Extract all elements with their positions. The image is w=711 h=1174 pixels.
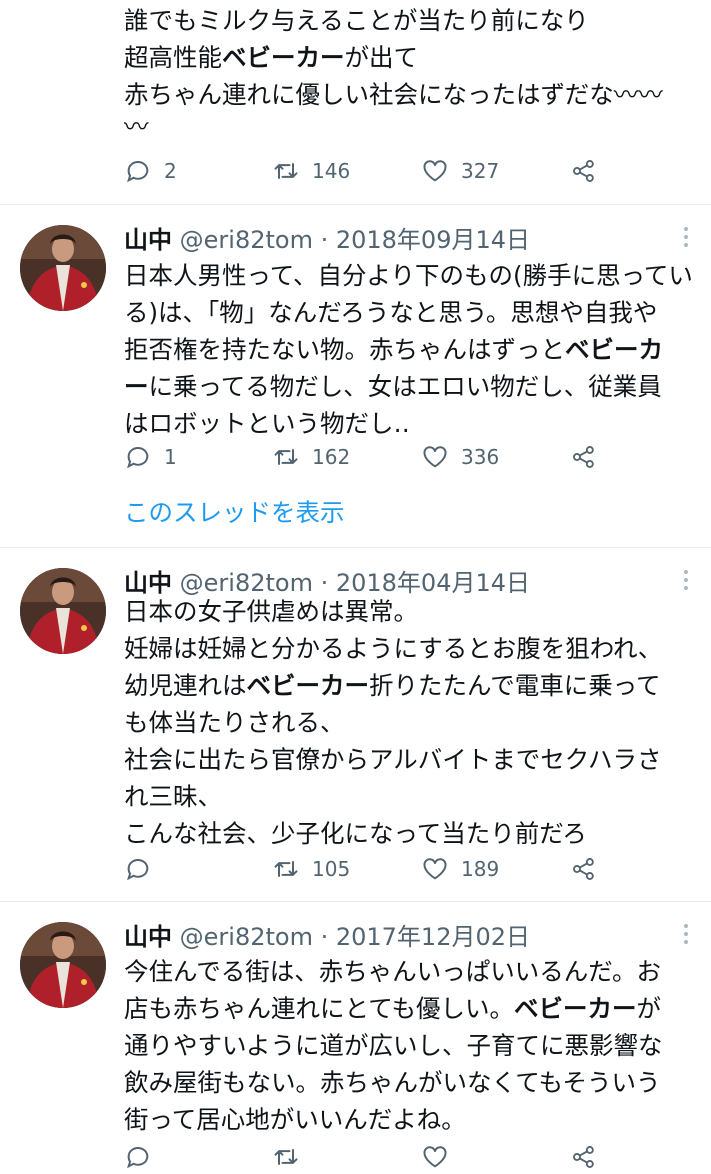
separator: ·	[312, 923, 336, 951]
reply-button[interactable]	[124, 1140, 164, 1174]
tweet-date[interactable]: 2018年09月14日	[336, 226, 530, 254]
tweet-text-line: 街って居心地がいいんだよね。	[124, 1105, 466, 1134]
avatar[interactable]	[20, 568, 106, 654]
more-options-icon[interactable]	[681, 227, 691, 253]
tweet-text-line: 通りやすいように道が広いし、子育てに悪影響な	[124, 1031, 663, 1060]
retweet-button[interactable]: 146	[272, 154, 350, 188]
like-button[interactable]: 189	[421, 852, 499, 886]
tweet-card[interactable]: 山中 @eri82tom · 2017年12月02日 今住んでる街は、赤ちゃんい…	[0, 902, 711, 1169]
share-button[interactable]	[570, 154, 598, 188]
tweet-text-line: も体当たりされる、	[124, 708, 345, 737]
like-count: 336	[461, 445, 500, 469]
like-count: 327	[461, 159, 500, 183]
tweet-text-line: 日本人男性って、自分より下のもの(勝手に思ってい	[124, 261, 693, 290]
like-button[interactable]: 336	[421, 440, 499, 474]
retweet-count: 162	[312, 445, 351, 469]
user-handle[interactable]: @eri82tom	[180, 923, 313, 951]
tweet-actions	[124, 1140, 711, 1174]
tweet-actions: 2 146 327	[124, 154, 711, 188]
tweet-text: 日本の女子供虐めは異常。 妊婦は妊婦と分かるようにするとお腹を狙われ、 幼児連れ…	[124, 593, 697, 852]
reply-icon	[127, 1146, 149, 1169]
more-options-icon[interactable]	[681, 924, 691, 950]
reply-count: 1	[164, 445, 177, 469]
share-button[interactable]	[570, 1140, 598, 1174]
reply-icon	[127, 858, 149, 881]
tweet-text-line: ーに乗ってる物だし、女はエロい物だし、従業員	[124, 372, 662, 401]
tweet-text-line: る)は、「物」なんだろうなと思う。思想や自我や	[124, 298, 658, 327]
tweet-text-line: 〰	[124, 112, 149, 141]
user-handle[interactable]: @eri82tom	[180, 226, 313, 254]
tweet-card[interactable]: 山中 @eri82tom · 2018年09月14日 日本人男性って、自分より下…	[0, 205, 711, 547]
tweet-date[interactable]: 2017年12月02日	[336, 923, 530, 951]
tweet-text-line: 幼児連れはベビーカー折りたたんで電車に乗って	[124, 671, 661, 700]
heart-icon	[423, 160, 447, 182]
tweet-text-line: はロボットという物だし‥	[124, 409, 410, 438]
tweet-actions: 105 189	[124, 852, 711, 886]
avatar[interactable]	[20, 225, 106, 311]
display-name[interactable]: 山中	[124, 226, 172, 254]
tweet-text-line: 妊婦は妊婦と分かるようにするとお腹を狙われ、	[124, 634, 663, 663]
tweet-text-line: 店も赤ちゃん連れにとても優しい。ベビーカーが	[124, 994, 662, 1023]
tweet-text: 今住んでる街は、赤ちゃんいっぱいいるんだ。お 店も赤ちゃん連れにとても優しい。ベ…	[124, 953, 697, 1138]
share-button[interactable]	[570, 852, 598, 886]
like-button[interactable]: 327	[421, 154, 499, 188]
retweet-icon	[274, 449, 298, 465]
retweet-count: 105	[312, 857, 351, 881]
retweet-icon	[274, 1149, 298, 1165]
tweet-text-line: 日本の女子供虐めは異常。	[124, 597, 418, 626]
display-name[interactable]: 山中	[124, 923, 172, 951]
separator: ·	[312, 226, 336, 254]
heart-icon	[423, 858, 447, 880]
like-button[interactable]	[421, 1140, 461, 1174]
share-icon	[573, 1146, 594, 1168]
reply-count: 2	[164, 159, 177, 183]
tweet-text-line: 社会に出たら官僚からアルバイトまでセクハラさ	[124, 745, 662, 774]
heart-icon	[423, 1146, 447, 1168]
tweet-text-line: こんな社会、少子化になって当たり前だろ	[124, 819, 587, 848]
share-button[interactable]	[570, 440, 598, 474]
tweet-card[interactable]: 山中 @eri82tom · 2018年04月14日 日本の女子供虐めは異常。 …	[0, 548, 711, 901]
avatar[interactable]	[20, 922, 106, 1008]
tweet-text: 日本人男性って、自分より下のもの(勝手に思ってい る)は、「物」なんだろうなと思…	[124, 257, 697, 442]
reply-icon	[127, 160, 149, 183]
share-icon	[573, 160, 594, 182]
show-thread-link[interactable]: このスレッドを表示	[124, 494, 345, 531]
retweet-button[interactable]: 162	[272, 440, 350, 474]
retweet-button[interactable]	[272, 1140, 312, 1174]
retweet-button[interactable]: 105	[272, 852, 350, 886]
reply-button[interactable]	[124, 852, 164, 886]
tweet-text-line: れ三昧、	[124, 782, 222, 811]
heart-icon	[423, 446, 447, 468]
tweet-text: 誰でもミルク与えることが当たり前になり 超高性能ベビーカーが出て 赤ちゃん連れに…	[124, 2, 697, 141]
share-icon	[573, 446, 594, 468]
reply-button[interactable]: 2	[124, 154, 177, 188]
tweet-text-line: 超高性能ベビーカーが出て	[124, 43, 418, 72]
tweet-text-line: 今住んでる街は、赤ちゃんいっぱいいるんだ。お	[124, 957, 662, 986]
tweet-actions: 1 162 336	[124, 440, 711, 474]
tweet-text-line: 飲み屋街もない。赤ちゃんがいなくてもそういう	[124, 1068, 661, 1097]
like-count: 189	[461, 857, 500, 881]
top-tweet[interactable]: 誰でもミルク与えることが当たり前になり 超高性能ベビーカーが出て 赤ちゃん連れに…	[0, 0, 711, 204]
tweet-text-line: 赤ちゃん連れに優しい社会になったはずだな〰〰	[124, 80, 663, 109]
tweet-text-line: 拒否権を持たない物。赤ちゃんはずっとベビーカ	[124, 335, 663, 364]
tweet-text-line: 誰でもミルク与えることが当たり前になり	[124, 6, 589, 35]
reply-icon	[127, 446, 149, 469]
retweet-icon	[274, 861, 298, 877]
retweet-icon	[274, 163, 298, 179]
share-icon	[573, 858, 594, 880]
retweet-count: 146	[312, 159, 351, 183]
tweet-header: 山中 @eri82tom · 2018年09月14日	[124, 223, 530, 257]
reply-button[interactable]: 1	[124, 440, 177, 474]
tweet-header: 山中 @eri82tom · 2017年12月02日	[124, 920, 530, 954]
